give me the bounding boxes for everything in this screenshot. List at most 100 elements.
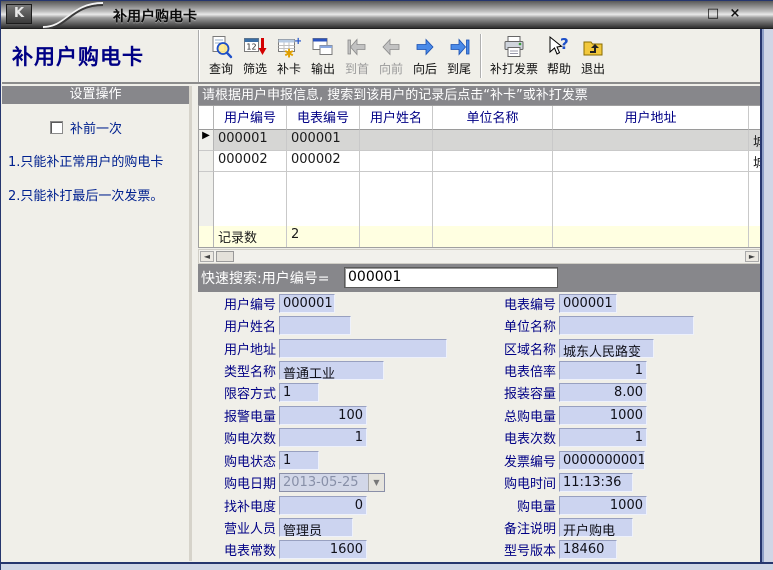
field-value[interactable]: 1000 bbox=[559, 406, 647, 425]
table-cell: 000002 bbox=[214, 151, 287, 172]
toolbar-button-prev: 向前 bbox=[374, 32, 408, 80]
form-column-left: 用户编号000001用户姓名用户地址类型名称普通工业限容方式1报警电量100购电… bbox=[198, 292, 480, 561]
form-column-right: 电表编号000001单位名称区域名称城东人民路变电表倍率1报装容量8.00总购电… bbox=[480, 292, 761, 561]
toolbar-button-output[interactable]: 输出 bbox=[306, 32, 340, 80]
toolbar-button-invoice[interactable]: 补打发票 bbox=[486, 32, 542, 80]
toolbar-button-label: 退出 bbox=[581, 60, 605, 77]
form-row: 用户编号000001 bbox=[198, 292, 480, 314]
field-value[interactable]: 100 bbox=[279, 406, 367, 425]
field-label: 区域名称 bbox=[480, 339, 556, 358]
form-row: 类型名称普通工业 bbox=[198, 359, 480, 381]
toolbar-button-filter[interactable]: 12筛选 bbox=[238, 32, 272, 80]
field-value[interactable]: 城东人民路变 bbox=[559, 339, 654, 358]
app-logo-icon: K bbox=[6, 4, 32, 24]
quick-search-bar: 快速搜索:用户编号= 000001 bbox=[198, 264, 761, 292]
quick-search-label: 快速搜索:用户编号= bbox=[201, 268, 329, 288]
toolbar-button-search[interactable]: 查询 bbox=[204, 32, 238, 80]
toolbar-button-last[interactable]: 到尾 bbox=[442, 32, 476, 80]
field-value[interactable]: 普通工业 bbox=[279, 361, 384, 380]
field-value[interactable] bbox=[559, 316, 694, 335]
field-label: 电表常数 bbox=[198, 540, 276, 559]
field-value[interactable]: 000001 bbox=[279, 294, 335, 313]
column-header[interactable]: 电表编号 bbox=[287, 106, 360, 130]
table-cell: 000001 bbox=[287, 130, 360, 151]
field-label: 型号版本 bbox=[480, 540, 556, 559]
field-label: 备注说明 bbox=[480, 518, 556, 537]
field-label: 用户编号 bbox=[198, 294, 276, 313]
checkbox-icon[interactable] bbox=[50, 121, 63, 134]
app-window: K 补用户购电卡 □ × 补用户购电卡 查询12筛选+✱补卡输出到首向前向后到尾… bbox=[0, 0, 773, 570]
field-value[interactable]: 0000000001 bbox=[559, 451, 645, 470]
field-value[interactable]: 8.00 bbox=[559, 383, 647, 402]
form-row: 单位名称 bbox=[480, 314, 761, 336]
field-value[interactable]: 1 bbox=[279, 428, 367, 447]
toolbar-button-card[interactable]: +✱补卡 bbox=[272, 32, 306, 80]
field-value[interactable]: 1 bbox=[559, 428, 647, 447]
close-button[interactable]: × bbox=[726, 6, 744, 22]
field-label: 购电量 bbox=[480, 496, 556, 515]
field-label: 购电次数 bbox=[198, 428, 276, 447]
form-row: 电表次数1 bbox=[480, 427, 761, 449]
field-value[interactable]: 1 bbox=[279, 383, 319, 402]
svg-text:12: 12 bbox=[246, 43, 256, 52]
table-row[interactable]: 000002000002城东人民路变 bbox=[199, 151, 760, 172]
toolbar-button-help[interactable]: ?帮助 bbox=[542, 32, 576, 80]
scroll-right-icon[interactable]: ► bbox=[745, 251, 759, 262]
field-value[interactable]: 0 bbox=[279, 496, 367, 515]
toolbar-button-exit[interactable]: 退出 bbox=[576, 32, 610, 80]
user-table: 用户编号电表编号用户姓名单位名称用户地址▶000001000001城东人民路变0… bbox=[198, 105, 761, 248]
toolbar-buttons: 查询 12筛选+✱补卡输出到首向前向后到尾补打发票?帮助退出 bbox=[200, 30, 610, 82]
toolbar-button-next[interactable]: 向后 bbox=[408, 32, 442, 80]
field-value[interactable]: 11:13:36 bbox=[559, 473, 633, 492]
toolbar-button-label: 到首 bbox=[345, 60, 369, 77]
field-label: 购电状态 bbox=[198, 451, 276, 470]
horizontal-scrollbar[interactable]: ◄ ► bbox=[198, 249, 761, 264]
quick-search-input[interactable]: 000001 bbox=[344, 267, 558, 288]
help-icon: ? bbox=[547, 35, 571, 59]
sidebar-note-2: 2.只能补打最后一次发票。 bbox=[8, 189, 185, 205]
column-header[interactable]: 单位名称 bbox=[433, 106, 553, 130]
field-value[interactable]: 1 bbox=[279, 451, 319, 470]
column-header[interactable]: 用户地址 bbox=[553, 106, 749, 130]
table-cell bbox=[433, 151, 553, 172]
form-row: 电表倍率1 bbox=[480, 359, 761, 381]
field-value[interactable]: 000001 bbox=[559, 294, 617, 313]
toolbar: 补用户购电卡 查询12筛选+✱补卡输出到首向前向后到尾补打发票?帮助退出 bbox=[2, 30, 762, 84]
field-value[interactable]: 1 bbox=[559, 361, 647, 380]
toolbar-button-first: 到首 bbox=[340, 32, 374, 80]
svg-text:+: + bbox=[294, 36, 301, 47]
field-label: 电表次数 bbox=[480, 428, 556, 447]
table-row[interactable]: ▶000001000001城东人民路变 bbox=[199, 130, 760, 151]
field-label: 类型名称 bbox=[198, 361, 276, 380]
field-value[interactable]: 管理员 bbox=[279, 518, 353, 537]
last-icon bbox=[447, 35, 471, 59]
output-icon bbox=[311, 35, 335, 59]
toolbar-button-label: 补卡 bbox=[277, 60, 301, 77]
scroll-left-icon[interactable]: ◄ bbox=[200, 251, 214, 262]
column-header[interactable]: 用户编号 bbox=[214, 106, 287, 130]
form-row: 报装容量8.00 bbox=[480, 382, 761, 404]
form-row: 购电时间11:13:36 bbox=[480, 471, 761, 493]
purchase-date-dropdown[interactable]: 2013-05-25▼ bbox=[279, 473, 385, 492]
field-value[interactable] bbox=[279, 339, 447, 358]
redo-previous-checkbox-row[interactable]: 补前一次 bbox=[50, 118, 189, 137]
chevron-down-icon[interactable]: ▼ bbox=[368, 474, 384, 491]
checkbox-label: 补前一次 bbox=[70, 118, 122, 137]
table-cell bbox=[553, 151, 749, 172]
window-bottom-border bbox=[1, 562, 773, 570]
field-value[interactable]: 开户购电 bbox=[559, 518, 633, 537]
next-icon bbox=[413, 35, 437, 59]
scrollbar-thumb[interactable] bbox=[216, 251, 234, 262]
field-value[interactable]: 18460 bbox=[559, 540, 617, 559]
maximize-button[interactable]: □ bbox=[704, 6, 722, 22]
column-header[interactable]: 用户姓名 bbox=[360, 106, 433, 130]
field-value[interactable]: 1000 bbox=[559, 496, 647, 515]
invoice-icon bbox=[502, 35, 526, 59]
row-selector-arrow-icon: ▶ bbox=[199, 130, 214, 151]
toolbar-button-label: 查询 bbox=[209, 60, 233, 77]
field-label: 营业人员 bbox=[198, 518, 276, 537]
form-row: 型号版本18460 bbox=[480, 539, 761, 561]
record-count-row: 记录数2 bbox=[199, 226, 760, 247]
field-value[interactable]: 1600 bbox=[279, 540, 367, 559]
field-value[interactable] bbox=[279, 316, 351, 335]
